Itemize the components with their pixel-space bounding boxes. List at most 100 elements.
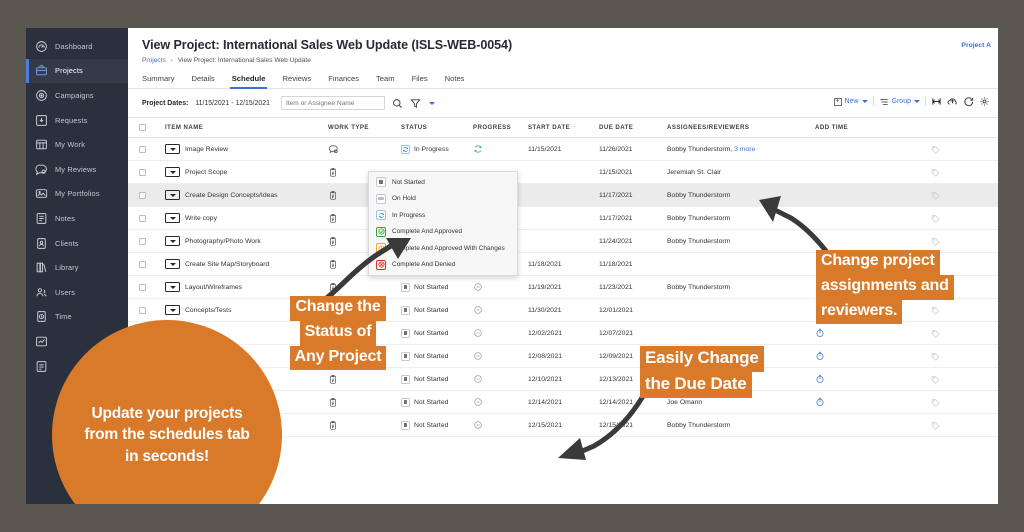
group-button[interactable]: Group	[879, 97, 920, 107]
tag-icon[interactable]	[931, 421, 940, 430]
progress-cell[interactable]	[473, 298, 528, 322]
row-menu-button[interactable]	[165, 282, 180, 292]
tag-cell[interactable]	[872, 206, 998, 230]
tag-icon[interactable]	[931, 168, 940, 177]
tag-cell[interactable]	[872, 390, 998, 414]
work-type-cell[interactable]	[328, 413, 401, 437]
row-checkbox[interactable]	[139, 260, 146, 268]
assignees-cell[interactable]: Jeremiah St. Clair	[667, 160, 815, 184]
refresh-icon[interactable]	[963, 96, 974, 107]
tag-cell[interactable]	[872, 321, 998, 345]
assignees-cell[interactable]: Bobby Thunderstorm	[667, 413, 815, 437]
row-select-cell[interactable]	[128, 206, 165, 230]
assignees-cell[interactable]	[667, 298, 815, 322]
start-date-cell[interactable]: 12/02/2021	[528, 321, 599, 345]
item-name-cell[interactable]: Image Review	[165, 137, 328, 161]
tag-cell[interactable]	[872, 160, 998, 184]
item-name-cell[interactable]: Photography/Photo Work	[165, 229, 328, 253]
row-select-cell[interactable]	[128, 275, 165, 299]
row-checkbox[interactable]	[139, 214, 146, 222]
gear-icon[interactable]	[979, 96, 990, 107]
tab-finances[interactable]: Finances	[328, 74, 359, 88]
tag-icon[interactable]	[931, 329, 940, 338]
start-date-cell[interactable]: 11/18/2021	[528, 252, 599, 276]
progress-cell[interactable]	[473, 321, 528, 345]
tab-team[interactable]: Team	[376, 74, 395, 88]
start-date-cell[interactable]: 12/08/2021	[528, 344, 599, 368]
tab-notes[interactable]: Notes	[445, 74, 465, 88]
due-date-cell[interactable]: 11/17/2021	[599, 183, 667, 207]
row-menu-button[interactable]	[165, 305, 180, 315]
start-date-cell[interactable]	[528, 206, 599, 230]
tag-icon[interactable]	[931, 375, 940, 384]
filter-icon[interactable]	[410, 98, 421, 109]
assignees-cell[interactable]: Bobby Thunderstorm, 3 more	[667, 137, 815, 161]
progress-cell[interactable]	[473, 137, 528, 161]
item-name-cell[interactable]: Project Scope	[165, 160, 328, 184]
col-add-time[interactable]: ADD TIME	[815, 117, 872, 138]
due-date-cell[interactable]: 11/24/2021	[599, 229, 667, 253]
item-name-cell[interactable]: Create Site Map/Storyboard	[165, 252, 328, 276]
sidebar-item-my-portfolios[interactable]: My Portfolios	[26, 182, 128, 207]
row-checkbox[interactable]	[139, 283, 146, 291]
col-assignees[interactable]: ASSIGNEES/REVIEWERS	[667, 117, 815, 138]
add-time-icon[interactable]	[815, 374, 872, 384]
due-date-cell[interactable]: 12/07/2021	[599, 321, 667, 345]
filter-chevron-down-icon[interactable]	[428, 101, 435, 105]
start-date-cell[interactable]	[528, 229, 599, 253]
status-cell[interactable]: In Progress	[401, 137, 473, 161]
tag-cell[interactable]	[872, 344, 998, 368]
tag-cell[interactable]	[872, 183, 998, 207]
sidebar-item-campaigns[interactable]: Campaigns	[26, 83, 128, 108]
row-menu-button[interactable]	[165, 167, 180, 177]
progress-cell[interactable]	[473, 413, 528, 437]
tag-icon[interactable]	[931, 145, 940, 154]
tag-cell[interactable]	[872, 413, 998, 437]
row-select-cell[interactable]	[128, 183, 165, 207]
sidebar-item-projects[interactable]: Projects	[26, 58, 128, 84]
row-menu-button[interactable]	[165, 144, 180, 154]
due-date-cell[interactable]: 11/26/2021	[599, 137, 667, 161]
row-checkbox[interactable]	[139, 191, 146, 199]
tag-icon[interactable]	[931, 352, 940, 361]
tab-files[interactable]: Files	[412, 74, 428, 88]
sidebar-item-users[interactable]: Users	[26, 280, 128, 305]
status-cell[interactable]: Not Started	[401, 390, 473, 414]
start-date-cell[interactable]	[528, 160, 599, 184]
fit-width-icon[interactable]	[931, 96, 942, 107]
start-date-cell[interactable]: 11/15/2021	[528, 137, 599, 161]
row-checkbox[interactable]	[139, 306, 146, 314]
table-row[interactable]: Project Scope 11/15/2021 Jeremiah St. Clai…	[128, 160, 998, 184]
row-select-cell[interactable]	[128, 252, 165, 276]
breadcrumb-root[interactable]: Projects	[142, 57, 166, 64]
add-time-cell[interactable]	[815, 413, 872, 437]
start-date-cell[interactable]: 11/30/2021	[528, 298, 599, 322]
status-cell[interactable]: Not Started	[401, 344, 473, 368]
table-row[interactable]: Not Started 12/02/2021 12/07/2021	[128, 321, 998, 345]
col-start-date[interactable]: START DATE ↑	[528, 117, 599, 138]
assignees-cell[interactable]	[667, 321, 815, 345]
row-menu-button[interactable]	[165, 259, 180, 269]
new-button[interactable]: + New	[833, 97, 868, 106]
work-type-cell[interactable]	[328, 137, 401, 161]
col-item-name[interactable]: ITEM NAME	[165, 117, 328, 138]
due-date-cell[interactable]: 11/23/2021	[599, 275, 667, 299]
sidebar-item-requests[interactable]: Requests	[26, 108, 128, 133]
row-checkbox[interactable]	[139, 237, 146, 245]
select-all-checkbox[interactable]	[139, 124, 146, 131]
add-time-icon[interactable]	[815, 397, 872, 407]
sidebar-item-library[interactable]: Library	[26, 255, 128, 280]
row-select-cell[interactable]	[128, 298, 165, 322]
sidebar-item-time[interactable]: Time	[26, 305, 128, 330]
tag-icon[interactable]	[931, 214, 940, 223]
search-input[interactable]	[280, 96, 385, 110]
tab-schedule[interactable]: Schedule	[229, 74, 268, 89]
table-row[interactable]: Not Started 12/08/2021 12/09/2021	[128, 344, 998, 368]
tag-icon[interactable]	[931, 237, 940, 246]
table-row[interactable]: Write copy 11/17/2021 Bobby Thunderstorm	[128, 206, 998, 230]
status-option-on-hold[interactable]: On Hold	[369, 191, 517, 208]
add-time-cell[interactable]	[815, 367, 872, 391]
row-select-cell[interactable]	[128, 160, 165, 184]
add-time-cell[interactable]	[815, 160, 872, 184]
add-time-cell[interactable]	[815, 137, 872, 161]
